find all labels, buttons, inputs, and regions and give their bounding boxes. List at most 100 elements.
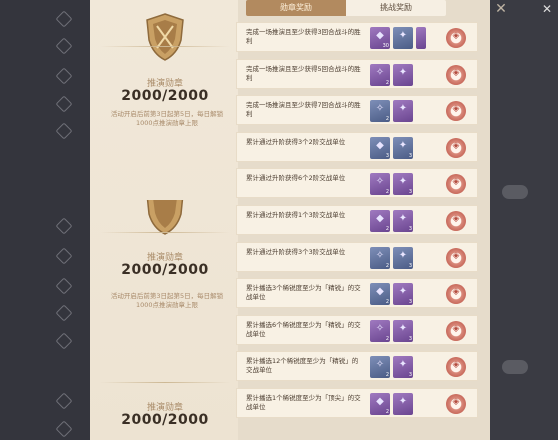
reward-item-icon: ✦ <box>398 396 408 407</box>
reward-items: ✧ 2 ✦ 3 <box>370 319 413 342</box>
close-icon[interactable]: ✕ <box>492 0 510 18</box>
reward-item[interactable]: ◆ 2 <box>370 393 390 415</box>
claim-icon: ◈ <box>452 397 460 407</box>
background-toggle <box>502 360 528 374</box>
reward-item[interactable]: ✧ 2 <box>370 356 390 379</box>
claim-button[interactable]: ◈ <box>446 320 466 341</box>
reward-item-icon: ✦ <box>398 30 408 41</box>
reward-item-icon: ✧ <box>375 359 385 371</box>
claim-button[interactable]: ◈ <box>446 357 466 378</box>
shield-emblem-icon <box>146 13 184 61</box>
reward-item-icon: ◆ <box>376 213 384 224</box>
reward-item[interactable]: ✧ 2 <box>370 100 390 123</box>
reward-quantity: 3 <box>408 299 412 306</box>
reward-item[interactable]: ✦ <box>393 63 413 86</box>
reward-item[interactable]: ◆ 3 <box>370 136 390 159</box>
quest-row: 累计通过升阶获得3个3阶交战单位 ✧ 2 ✦ 3 ◈ <box>236 241 478 272</box>
reward-item-icon: ◆ <box>376 139 384 151</box>
quest-description: 完成一场推演且至少获得3回合战斗的胜利 <box>246 28 361 45</box>
reward-item[interactable]: ◆ 30 <box>370 27 390 49</box>
reward-item[interactable]: ✦ 3 <box>393 173 413 196</box>
reward-quantity: 3 <box>408 335 412 342</box>
quest-row: 累计播选6个稀锐度至少为「精锐」的交战单位 ✧ 2 ✦ 3 ◈ <box>236 314 478 345</box>
emblem-value: 2000/2000 <box>121 262 209 278</box>
claim-icon: ◈ <box>452 67 460 78</box>
claim-button[interactable]: ◈ <box>446 101 466 122</box>
claim-button[interactable]: ◈ <box>446 394 466 414</box>
reward-quantity: 3 <box>408 152 412 159</box>
reward-item-icon: ◆ <box>376 396 384 407</box>
claim-button[interactable]: ◈ <box>446 284 466 305</box>
reward-item[interactable]: ✧ 2 <box>370 173 390 196</box>
reward-item-icon: ✧ <box>375 249 385 261</box>
quest-description: 累计播选12个稀锐度至少为「精锐」的交战单位 <box>246 357 359 375</box>
reward-item[interactable]: ✦ 3 <box>393 136 413 159</box>
reward-quantity: 3 <box>408 189 412 196</box>
reward-item-icon: ✦ <box>398 322 408 334</box>
quest-row: 累计播选1个稀锐度至少为「顶尖」的交战单位 ◆ 2 ✦ ◈ <box>236 388 478 418</box>
emblem-description: 活动开启后前第3日起第5日，每日解锁1000点推演勋章上限 <box>110 110 224 127</box>
reward-items: ✧ 2 ✦ 3 <box>370 356 413 379</box>
quest-row: 累计通过升阶获得6个2阶交战单位 ✧ 2 ✦ 3 ◈ <box>236 168 478 199</box>
tab-medal-rewards[interactable]: 勋章奖励 <box>246 0 346 16</box>
reward-quantity: 2 <box>385 409 389 415</box>
quest-row: 完成一场推演且至少获得3回合战斗的胜利 ◆ 30 ✦ ◈ <box>236 22 478 52</box>
claim-button[interactable]: ◈ <box>446 28 466 48</box>
reward-items: ✧ 2 ✦ 3 <box>370 173 413 196</box>
reward-item[interactable]: ✦ <box>393 27 413 49</box>
reward-items: ◆ 2 ✦ <box>370 393 413 415</box>
reward-item-icon: ✧ <box>375 322 385 334</box>
emblem-value: 2000/2000 <box>121 412 209 428</box>
reward-item[interactable]: ✦ 3 <box>393 356 413 379</box>
divider <box>100 46 230 47</box>
tab-challenge-rewards[interactable]: 挑战奖励 <box>346 0 446 16</box>
reward-item-icon: ✦ <box>398 213 408 224</box>
quest-description: 累计通过升阶获得3个2阶交战单位 <box>246 137 346 146</box>
quest-description: 累计通过升阶获得3个3阶交战单位 <box>246 247 346 256</box>
reward-quantity: 2 <box>385 79 389 86</box>
reward-quantity: 30 <box>382 43 389 49</box>
reward-item-icon: ✦ <box>398 66 408 78</box>
reward-quantity: 3 <box>408 262 412 269</box>
reward-item[interactable]: ✦ 3 <box>393 283 413 306</box>
reward-items: ◆ 2 ✦ 3 <box>370 210 413 232</box>
reward-item[interactable]: ✦ 3 <box>393 246 413 269</box>
reward-item[interactable]: ✦ 3 <box>393 319 413 342</box>
background-right-panel <box>480 0 558 440</box>
reward-quantity: 2 <box>385 116 389 123</box>
quest-description: 累计通过升阶获得6个2阶交战单位 <box>246 174 346 183</box>
reward-item-icon: ✧ <box>375 103 385 115</box>
reward-item-icon: ◆ <box>376 286 384 298</box>
reward-item[interactable]: ✧ 2 <box>370 246 390 269</box>
divider <box>100 232 230 233</box>
reward-item[interactable] <box>416 27 426 49</box>
emblem-value: 2000/2000 <box>121 88 209 104</box>
reward-quantity: 2 <box>385 335 389 342</box>
reward-item[interactable]: ◆ 2 <box>370 283 390 306</box>
reward-tabs: 勋章奖励 挑战奖励 <box>246 0 446 16</box>
reward-item[interactable]: ✧ 2 <box>370 63 390 86</box>
claim-button[interactable]: ◈ <box>446 64 466 85</box>
reward-quantity: 3 <box>408 372 412 379</box>
reward-item[interactable]: ✦ 3 <box>393 210 413 232</box>
quest-row: 累计通过升阶获得3个2阶交战单位 ◆ 3 ✦ 3 ◈ <box>236 131 478 162</box>
quest-description: 完成一场推演且至少获得5回合战斗的胜利 <box>246 64 361 82</box>
quest-row: 累计播选3个稀锐度至少为「精锐」的交战单位 ◆ 2 ✦ 3 ◈ <box>236 278 478 309</box>
claim-icon: ◈ <box>452 287 460 298</box>
claim-button[interactable]: ◈ <box>446 247 466 268</box>
reward-items: ◆ 3 ✦ 3 <box>370 136 413 159</box>
claim-icon: ◈ <box>452 31 460 41</box>
background-close-icon[interactable]: ✕ <box>540 2 554 16</box>
reward-item[interactable]: ◆ 2 <box>370 210 390 232</box>
reward-item[interactable]: ✧ 2 <box>370 319 390 342</box>
claim-button[interactable]: ◈ <box>446 174 466 195</box>
reward-quantity: 3 <box>385 152 389 159</box>
reward-item-icon: ✧ <box>375 66 385 78</box>
reward-item[interactable]: ✦ <box>393 393 413 415</box>
quest-description: 累计播选1个稀锐度至少为「顶尖」的交战单位 <box>246 394 361 411</box>
claim-button[interactable]: ◈ <box>446 211 466 231</box>
reward-quantity: 2 <box>385 262 389 269</box>
reward-item[interactable]: ✦ <box>393 100 413 123</box>
reward-items: ◆ 30 ✦ <box>370 27 426 49</box>
claim-button[interactable]: ◈ <box>446 137 466 158</box>
